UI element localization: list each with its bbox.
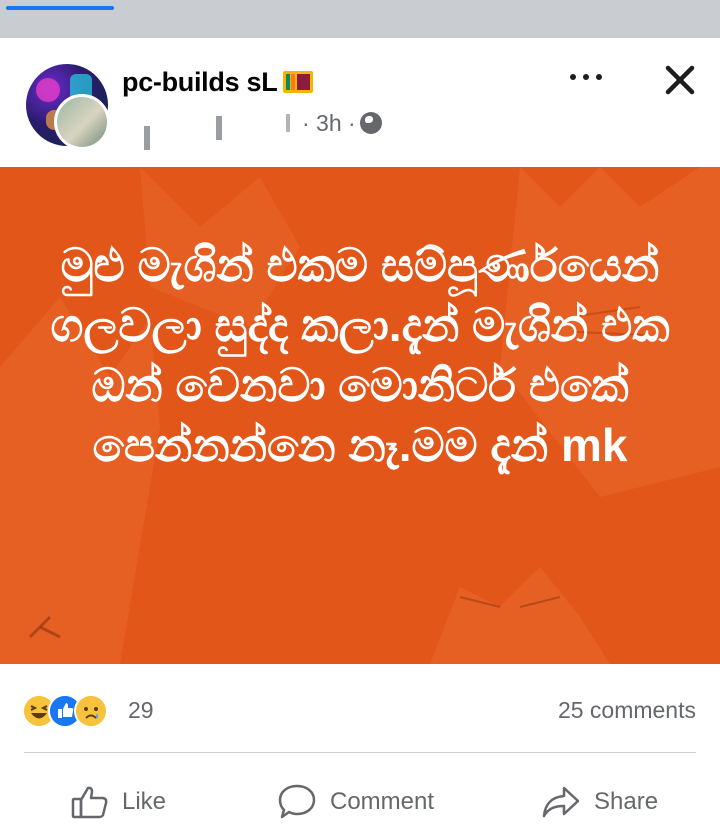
divider bbox=[24, 752, 696, 753]
share-button[interactable]: Share bbox=[540, 782, 658, 822]
like-button[interactable]: Like bbox=[70, 782, 166, 822]
like-label: Like bbox=[122, 788, 167, 815]
post-text: මුළු මැශින් එකම සම්පූර්ණයෙන් ගලවලා සුද්ද… bbox=[50, 239, 670, 471]
comments-count[interactable]: 25 comments bbox=[558, 697, 696, 724]
globe-icon[interactable] bbox=[359, 112, 382, 134]
share-label: Share bbox=[594, 788, 659, 815]
post-meta: · 3h · bbox=[302, 110, 382, 137]
post-card: pc-builds sL · 3h · මුළු මැශින් එකම සම්ප… bbox=[0, 38, 720, 836]
more-options-button[interactable] bbox=[566, 68, 606, 88]
page-name-text[interactable]: pc-builds sL bbox=[122, 67, 278, 97]
reaction-count[interactable]: 29 bbox=[128, 697, 154, 724]
post-time[interactable]: · 3h · bbox=[302, 110, 356, 136]
sad-icon bbox=[74, 694, 108, 728]
comment-button[interactable]: Comment bbox=[276, 782, 434, 822]
page-name[interactable]: pc-builds sL bbox=[122, 67, 314, 98]
close-icon[interactable] bbox=[660, 60, 700, 100]
scroll-indicator bbox=[6, 6, 114, 10]
sri-lanka-flag-icon bbox=[283, 71, 314, 93]
share-arrow-icon bbox=[542, 786, 580, 818]
thumbs-up-icon bbox=[71, 786, 108, 819]
top-bar bbox=[0, 0, 720, 38]
comment-label: Comment bbox=[330, 788, 435, 815]
comment-bubble-icon bbox=[278, 784, 316, 819]
post-background[interactable]: මුළු මැශින් එකම සම්පූර්ණයෙන් ගලවලා සුද්ද… bbox=[0, 167, 720, 664]
post-header: pc-builds sL · 3h · bbox=[0, 38, 720, 192]
